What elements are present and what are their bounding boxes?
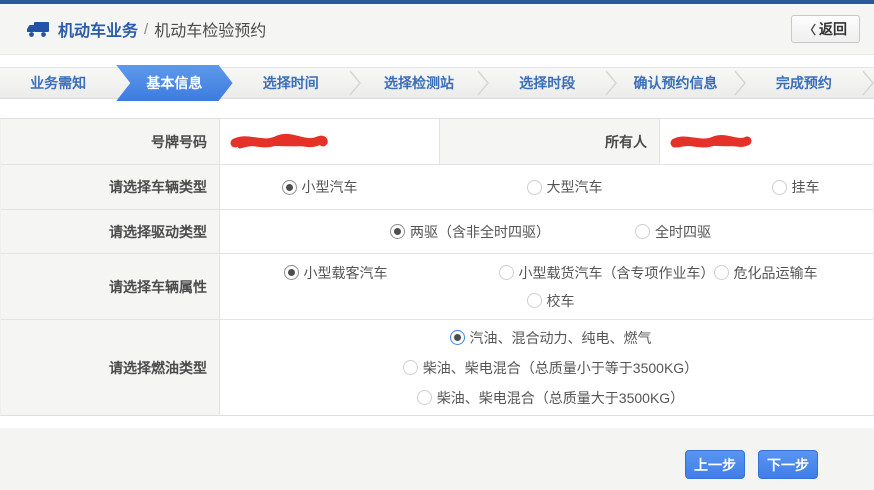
radio-group: 小型载客汽车 小型载货汽车（含专项作业车） 危化品运输车校车: [220, 254, 873, 319]
truck-icon: [26, 20, 50, 38]
step-separator-chevron-icon: [605, 70, 617, 96]
step-separator-chevron-icon: [477, 70, 489, 96]
form-row: 请选择车辆类型 小型汽车 大型汽车 挂车: [1, 165, 873, 210]
radio-unselected-icon: [635, 224, 650, 239]
radio-option[interactable]: 校车: [527, 291, 575, 311]
wizard-step-label: 业务需知: [30, 75, 86, 91]
radio-unselected-icon: [527, 293, 542, 308]
footer-bar: 上一步 下一步: [0, 428, 874, 490]
wizard-step-label: 选择检测站: [384, 75, 454, 91]
step-separator-chevron-icon: [862, 70, 874, 96]
redaction-scribble: [228, 131, 330, 153]
radio-option-label: 危化品运输车: [734, 263, 818, 283]
radio-unselected-icon: [417, 390, 432, 405]
radio-option[interactable]: 全时四驱: [635, 222, 711, 242]
radio-option[interactable]: 挂车: [772, 177, 820, 197]
form-row: 请选择车辆属性 小型载客汽车 小型载货汽车（含专项作业车） 危化品运输车校车: [1, 254, 873, 320]
previous-step-button[interactable]: 上一步: [685, 450, 745, 479]
wizard-step-label: 完成预约: [776, 75, 832, 91]
wizard-step-label: 基本信息: [146, 75, 202, 91]
radio-option-label: 大型汽车: [547, 177, 603, 197]
wizard-step-2[interactable]: 基本信息: [116, 65, 232, 101]
radio-option-line: 两驱（含非全时四驱） 全时四驱: [390, 218, 711, 246]
wizard-step-6[interactable]: 确认预约信息: [617, 67, 733, 99]
radio-option-line: 小型载客汽车 小型载货汽车（含专项作业车） 危化品运输车: [284, 259, 818, 287]
radio-unselected-icon: [499, 265, 514, 280]
form-row: 请选择驱动类型 两驱（含非全时四驱） 全时四驱: [1, 210, 873, 254]
back-chevron-icon: 〈: [804, 21, 816, 38]
radio-selected-icon: [282, 180, 297, 195]
radio-option-label: 柴油、柴电混合（总质量小于等于3500KG）: [423, 358, 698, 378]
wizard-step-1[interactable]: 业务需知: [0, 67, 116, 99]
radio-option-label: 全时四驱: [655, 222, 711, 242]
radio-option[interactable]: 危化品运输车: [714, 263, 818, 283]
radio-option-label: 两驱（含非全时四驱）: [410, 222, 550, 242]
redaction-scribble: [668, 132, 754, 152]
wizard-step-label: 选择时间: [263, 75, 319, 91]
radio-option[interactable]: 大型汽车: [527, 177, 772, 197]
appointment-form: 号牌号码 所有人 请选择车辆类型 小型汽车 大型汽车 挂车请选择驱动类型 两驱（含非全时…: [0, 118, 874, 416]
form-row-label: 请选择车辆属性: [1, 254, 220, 319]
radio-option[interactable]: 小型载货汽车（含专项作业车）: [499, 263, 714, 283]
radio-selected-icon: [284, 265, 299, 280]
radio-option-label: 校车: [547, 291, 575, 311]
radio-option[interactable]: 汽油、混合动力、纯电、燃气: [450, 328, 652, 348]
radio-unselected-icon: [714, 265, 729, 280]
breadcrumb-section[interactable]: 机动车业务: [58, 17, 138, 41]
breadcrumb-current-page: 机动车检验预约: [154, 17, 266, 41]
radio-unselected-icon: [772, 180, 787, 195]
radio-option[interactable]: 柴油、柴电混合（总质量大于3500KG）: [417, 388, 684, 408]
radio-option[interactable]: 柴油、柴电混合（总质量小于等于3500KG）: [403, 358, 698, 378]
radio-option[interactable]: 两驱（含非全时四驱）: [390, 222, 635, 242]
wizard-stepper: 业务需知 基本信息 选择时间 选择检测站 选择时段 确认预约信息 完成预约: [0, 67, 874, 99]
form-row-label: 请选择驱动类型: [1, 210, 220, 253]
wizard-step-label: 确认预约信息: [634, 75, 718, 91]
form-row: 请选择燃油类型汽油、混合动力、纯电、燃气柴油、柴电混合（总质量小于等于3500K…: [1, 320, 873, 415]
radio-option-label: 柴油、柴电混合（总质量大于3500KG）: [437, 388, 684, 408]
radio-option[interactable]: 小型汽车: [282, 177, 527, 197]
identity-row: 号牌号码 所有人: [1, 119, 873, 165]
radio-option-label: 挂车: [792, 177, 820, 197]
radio-option-line: 小型汽车 大型汽车 挂车: [282, 173, 820, 201]
radio-option-label: 汽油、混合动力、纯电、燃气: [470, 328, 652, 348]
back-button-label: 返回: [819, 19, 847, 39]
wizard-step-5[interactable]: 选择时段: [489, 67, 605, 99]
radio-option-line: 柴油、柴电混合（总质量小于等于3500KG）: [403, 353, 698, 383]
radio-group: 汽油、混合动力、纯电、燃气柴油、柴电混合（总质量小于等于3500KG） 柴油、柴电…: [220, 320, 873, 415]
step-separator-chevron-icon: [349, 70, 361, 96]
radio-unselected-icon: [403, 360, 418, 375]
next-step-button[interactable]: 下一步: [758, 450, 818, 479]
wizard-step-7[interactable]: 完成预约: [746, 67, 862, 99]
radio-group: 小型汽车 大型汽车 挂车: [220, 165, 873, 209]
radio-option-line: 柴油、柴电混合（总质量大于3500KG）: [417, 383, 684, 413]
owner-label: 所有人: [440, 119, 660, 164]
wizard-step-4[interactable]: 选择检测站: [361, 67, 477, 99]
radio-option-label: 小型汽车: [302, 177, 358, 197]
plate-number-label: 号牌号码: [1, 119, 220, 164]
radio-option-line: 汽油、混合动力、纯电、燃气: [450, 323, 652, 353]
form-row-label: 请选择车辆类型: [1, 165, 220, 209]
radio-option-label: 小型载客汽车: [304, 263, 388, 283]
radio-group: 两驱（含非全时四驱） 全时四驱: [220, 210, 873, 253]
back-button[interactable]: 〈 返回: [791, 15, 860, 43]
breadcrumb-separator: /: [144, 21, 148, 38]
step-separator-chevron-icon: [734, 70, 746, 96]
header: 机动车业务 / 机动车检验预约 〈 返回: [0, 4, 874, 55]
radio-selected-icon: [450, 330, 465, 345]
wizard-step-label: 选择时段: [519, 75, 575, 91]
owner-value-redacted: [660, 119, 873, 164]
plate-number-value-redacted: [220, 119, 440, 164]
form-row-label: 请选择燃油类型: [1, 320, 220, 415]
radio-selected-icon: [390, 224, 405, 239]
page: 机动车业务 / 机动车检验预约 〈 返回 业务需知 基本信息 选择时间 选择检测站 选择…: [0, 0, 874, 490]
radio-option[interactable]: 小型载客汽车: [284, 263, 499, 283]
radio-unselected-icon: [527, 180, 542, 195]
wizard-step-3[interactable]: 选择时间: [233, 67, 349, 99]
radio-option-label: 小型载货汽车（含专项作业车）: [519, 263, 715, 283]
radio-option-line: 校车: [527, 287, 575, 315]
